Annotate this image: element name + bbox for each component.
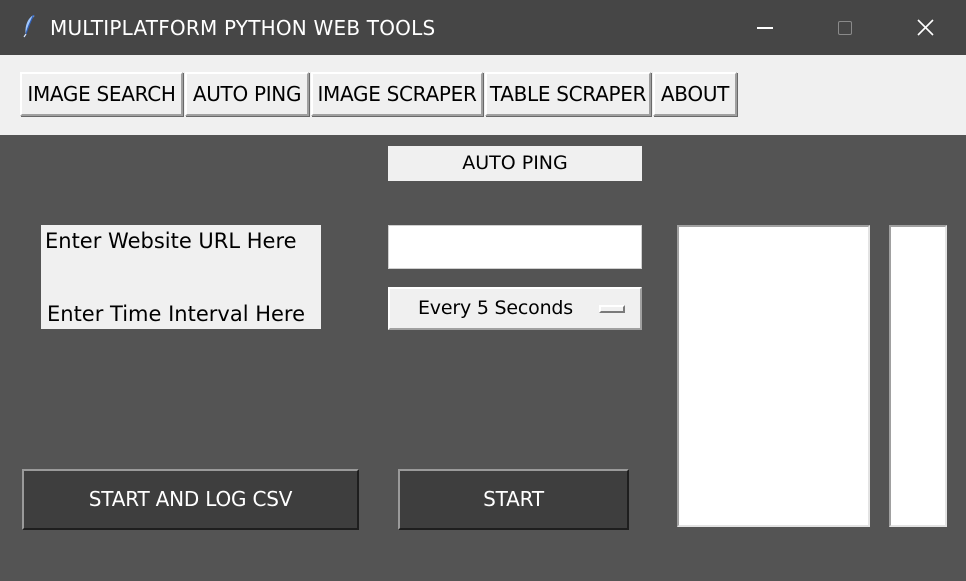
maximize-button[interactable] <box>815 0 875 55</box>
minimize-button[interactable] <box>735 0 795 55</box>
option-menu-indicator-icon <box>599 305 625 313</box>
ping-output-text[interactable] <box>677 225 870 527</box>
time-interval-select[interactable]: Every 5 Seconds <box>388 287 642 330</box>
feather-icon <box>23 14 35 38</box>
page-heading: AUTO PING <box>388 146 642 181</box>
maximize-icon <box>838 21 852 35</box>
field-labels: Enter Website URL Here Enter Time Interv… <box>41 225 321 329</box>
title-bar[interactable]: MULTIPLATFORM PYTHON WEB TOOLS <box>0 0 966 55</box>
window-title: MULTIPLATFORM PYTHON WEB TOOLS <box>50 16 436 40</box>
interval-label: Enter Time Interval Here <box>47 302 306 326</box>
close-button[interactable] <box>895 0 955 55</box>
app-window: MULTIPLATFORM PYTHON WEB TOOLS IMAGE SEA… <box>0 0 966 581</box>
start-button[interactable]: START <box>398 469 629 530</box>
url-label: Enter Website URL Here <box>45 229 297 253</box>
minimize-icon <box>757 27 773 29</box>
tab-auto-ping[interactable]: AUTO PING <box>185 72 309 116</box>
tab-image-scraper[interactable]: IMAGE SCRAPER <box>311 72 483 116</box>
interval-select-value: Every 5 Seconds <box>418 297 573 319</box>
start-and-log-csv-button[interactable]: START AND LOG CSV <box>22 469 359 530</box>
tab-table-scraper[interactable]: TABLE SCRAPER <box>485 72 651 116</box>
close-icon <box>917 19 934 36</box>
nav-bar: IMAGE SEARCH AUTO PING IMAGE SCRAPER TAB… <box>0 55 966 135</box>
ping-status-text[interactable] <box>889 225 947 527</box>
website-url-input[interactable] <box>388 225 642 269</box>
tab-image-search[interactable]: IMAGE SEARCH <box>20 72 183 116</box>
tab-about[interactable]: ABOUT <box>653 72 737 116</box>
